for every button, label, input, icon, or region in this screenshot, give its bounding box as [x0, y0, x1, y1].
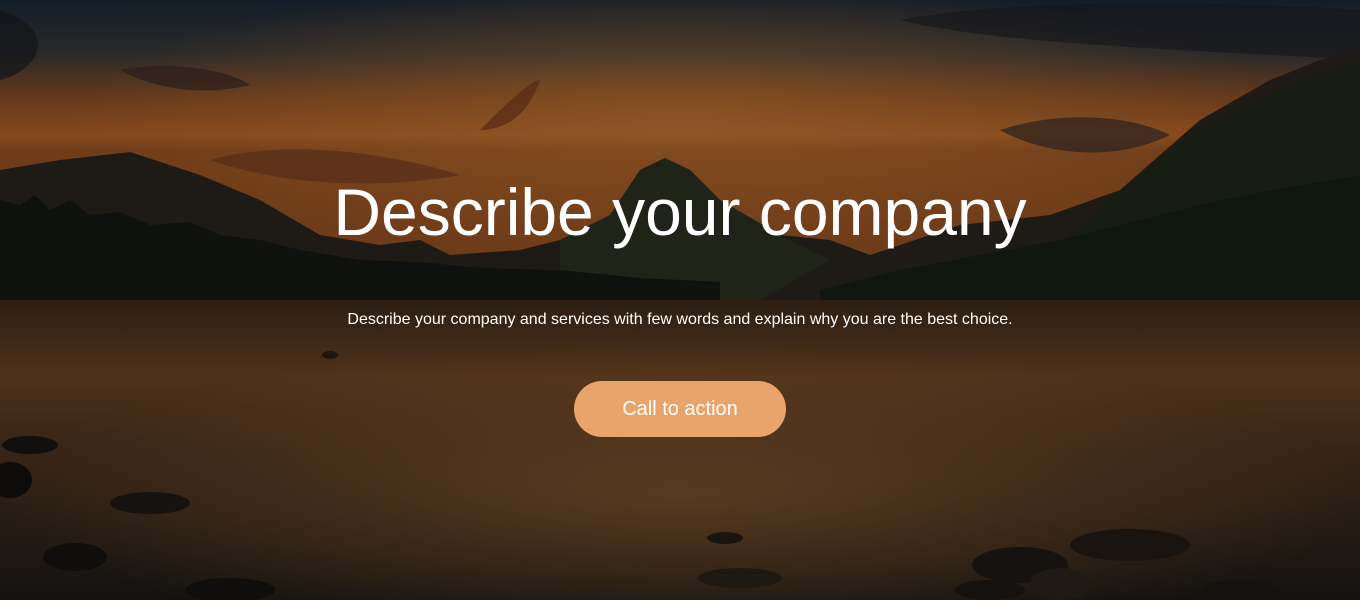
hero-subtitle: Describe your company and services with …: [347, 311, 1013, 328]
hero-content: Describe your company Describe your comp…: [0, 0, 1360, 600]
hero-title: Describe your company: [333, 175, 1027, 249]
hero-section: Describe your company Describe your comp…: [0, 0, 1360, 600]
call-to-action-button[interactable]: Call to action: [574, 381, 786, 437]
